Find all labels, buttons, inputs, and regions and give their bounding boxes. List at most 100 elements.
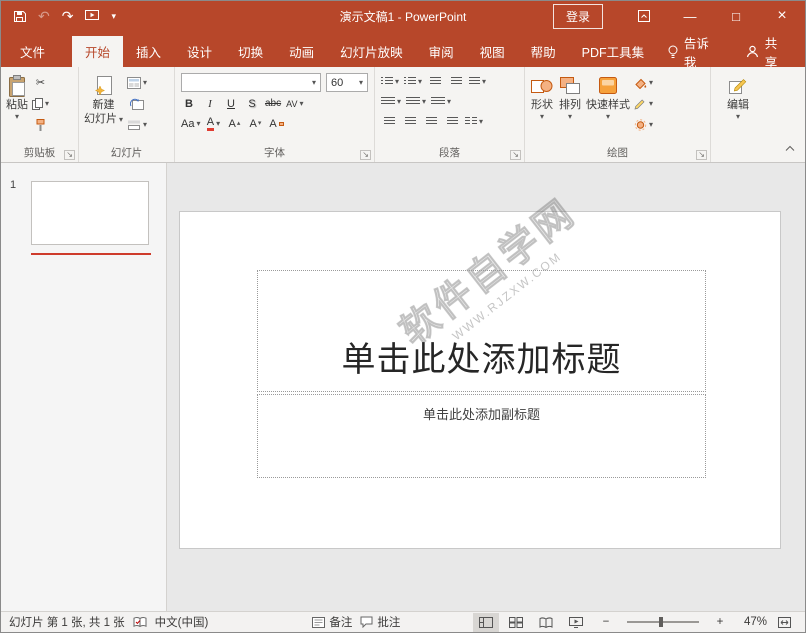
new-slide-button[interactable]: 新建 幻灯片 ▾: [84, 71, 123, 146]
arrange-button[interactable]: 排列 ▾: [558, 71, 582, 146]
align-right-button[interactable]: [423, 113, 439, 130]
paste-label: 粘贴: [6, 99, 28, 112]
maximize-button[interactable]: □: [713, 1, 759, 31]
spell-check-button[interactable]: [133, 616, 147, 628]
bullets-button[interactable]: ▾: [381, 73, 399, 90]
subtitle-placeholder[interactable]: 单击此处添加副标题: [257, 394, 706, 478]
title-placeholder[interactable]: 单击此处添加标题: [257, 270, 706, 392]
collapse-ribbon-button[interactable]: [785, 139, 795, 157]
text-shadow-button[interactable]: S: [244, 95, 260, 112]
underline-button[interactable]: U: [223, 95, 239, 112]
font-color-label: A: [207, 117, 214, 131]
grow-font-button[interactable]: A▴: [226, 115, 242, 132]
align-center-button[interactable]: [402, 113, 418, 130]
shape-outline-button[interactable]: ▾: [634, 95, 653, 112]
shadow-label: S: [248, 98, 255, 110]
bold-button[interactable]: B: [181, 95, 197, 112]
comments-button[interactable]: 批注: [360, 614, 400, 630]
italic-button[interactable]: I: [202, 95, 218, 112]
start-from-beginning-button[interactable]: [85, 10, 99, 22]
underline-label: U: [227, 98, 235, 110]
notes-button[interactable]: 备注: [312, 614, 352, 630]
fit-to-window-button[interactable]: [771, 613, 797, 632]
copy-button[interactable]: ▾: [32, 95, 49, 112]
dropdown-icon: ▾: [540, 113, 544, 121]
tell-me-button[interactable]: 告诉我: [657, 36, 730, 67]
cut-button[interactable]: ✂: [32, 74, 49, 91]
strikethrough-button[interactable]: abc: [265, 95, 281, 112]
character-spacing-button[interactable]: AV▾: [286, 95, 303, 112]
columns-button[interactable]: ▾: [465, 113, 483, 130]
change-case-button[interactable]: Aa▾: [181, 115, 200, 132]
slide-sorter-view-button[interactable]: [503, 613, 529, 632]
tab-insert[interactable]: 插入: [123, 36, 174, 67]
slides-group-label: 幻灯片: [79, 146, 174, 162]
text-direction-button[interactable]: ▾: [381, 93, 401, 110]
save-button[interactable]: [13, 10, 26, 23]
reset-slide-button[interactable]: [127, 95, 147, 112]
paste-button[interactable]: 粘贴 ▾: [6, 71, 28, 146]
align-left-button[interactable]: [381, 113, 397, 130]
ribbon-display-options-button[interactable]: [621, 1, 667, 31]
increase-indent-icon: [451, 77, 462, 86]
change-case-label: Aa: [181, 118, 194, 130]
editing-button[interactable]: 编辑 ▾: [727, 71, 749, 146]
quick-styles-button[interactable]: 快速样式 ▾: [586, 71, 630, 146]
tab-animations[interactable]: 动画: [276, 36, 327, 67]
tab-slideshow[interactable]: 幻灯片放映: [327, 36, 416, 67]
clear-formatting-button[interactable]: A: [268, 115, 284, 132]
tab-help[interactable]: 帮助: [518, 36, 569, 67]
font-dialog-launcher[interactable]: ↘: [360, 150, 371, 160]
tab-design[interactable]: 设计: [174, 36, 225, 67]
tab-transitions[interactable]: 切换: [225, 36, 276, 67]
zoom-out-button[interactable]: −: [593, 613, 619, 632]
shrink-font-button[interactable]: A▾: [247, 115, 263, 132]
font-color-button[interactable]: A▾: [205, 115, 221, 132]
section-button[interactable]: ▾: [127, 116, 147, 133]
tab-review[interactable]: 审阅: [416, 36, 467, 67]
align-text-button[interactable]: ▾: [406, 93, 426, 110]
numbering-button[interactable]: ▾: [404, 73, 422, 90]
paragraph-group-label: 段落 ↘: [375, 146, 524, 162]
share-button[interactable]: 共享: [730, 36, 805, 67]
shapes-button[interactable]: 形状 ▾: [530, 71, 554, 146]
tab-view[interactable]: 视图: [467, 36, 518, 67]
tab-pdf-tools[interactable]: PDF工具集: [569, 36, 658, 67]
normal-view-button[interactable]: [473, 613, 499, 632]
shape-effects-button[interactable]: ▾: [634, 116, 653, 133]
shape-fill-button[interactable]: ▾: [634, 74, 653, 91]
zoom-slider[interactable]: [627, 621, 699, 623]
minimize-button[interactable]: —: [667, 1, 713, 31]
line-spacing-button[interactable]: ▾: [469, 73, 486, 90]
zoom-slider-thumb[interactable]: [659, 617, 663, 627]
zoom-level[interactable]: 47%: [737, 616, 767, 628]
slide-layout-button[interactable]: ▾: [127, 74, 147, 91]
comments-label: 批注: [377, 614, 400, 630]
customize-quick-access-button[interactable]: ▾: [111, 12, 116, 21]
close-button[interactable]: ×: [759, 1, 805, 31]
decrease-indent-button[interactable]: [427, 73, 443, 90]
dropdown-icon: ▾: [482, 78, 486, 86]
font-size-combo[interactable]: 60 ▾: [326, 73, 368, 92]
increase-indent-button[interactable]: [448, 73, 464, 90]
justify-button[interactable]: [444, 113, 460, 130]
format-painter-button[interactable]: [32, 116, 49, 133]
align-left-icon: [384, 117, 395, 126]
font-name-combo[interactable]: ▾: [181, 73, 321, 92]
drawing-dialog-launcher[interactable]: ↘: [696, 150, 707, 160]
tab-home[interactable]: 开始: [72, 36, 123, 67]
clipboard-dialog-launcher[interactable]: ↘: [64, 150, 75, 160]
redo-button[interactable]: ↷: [62, 9, 74, 23]
paragraph-dialog-launcher[interactable]: ↘: [510, 150, 521, 160]
slide-show-button[interactable]: [563, 613, 589, 632]
login-button[interactable]: 登录: [553, 4, 603, 29]
tab-file[interactable]: 文件: [7, 36, 58, 67]
convert-smartart-button[interactable]: ▾: [431, 93, 451, 110]
language-indicator[interactable]: 中文(中国): [155, 614, 209, 630]
fit-to-window-icon: [778, 617, 791, 628]
slide-thumbnail[interactable]: [31, 181, 149, 245]
undo-button[interactable]: ↶: [38, 9, 50, 23]
zoom-in-button[interactable]: +: [707, 613, 733, 632]
reading-view-button[interactable]: [533, 613, 559, 632]
slide[interactable]: 软件自学网 WWW.RJZXW.COM 单击此处添加标题 单击此处添加副标题: [179, 211, 781, 549]
